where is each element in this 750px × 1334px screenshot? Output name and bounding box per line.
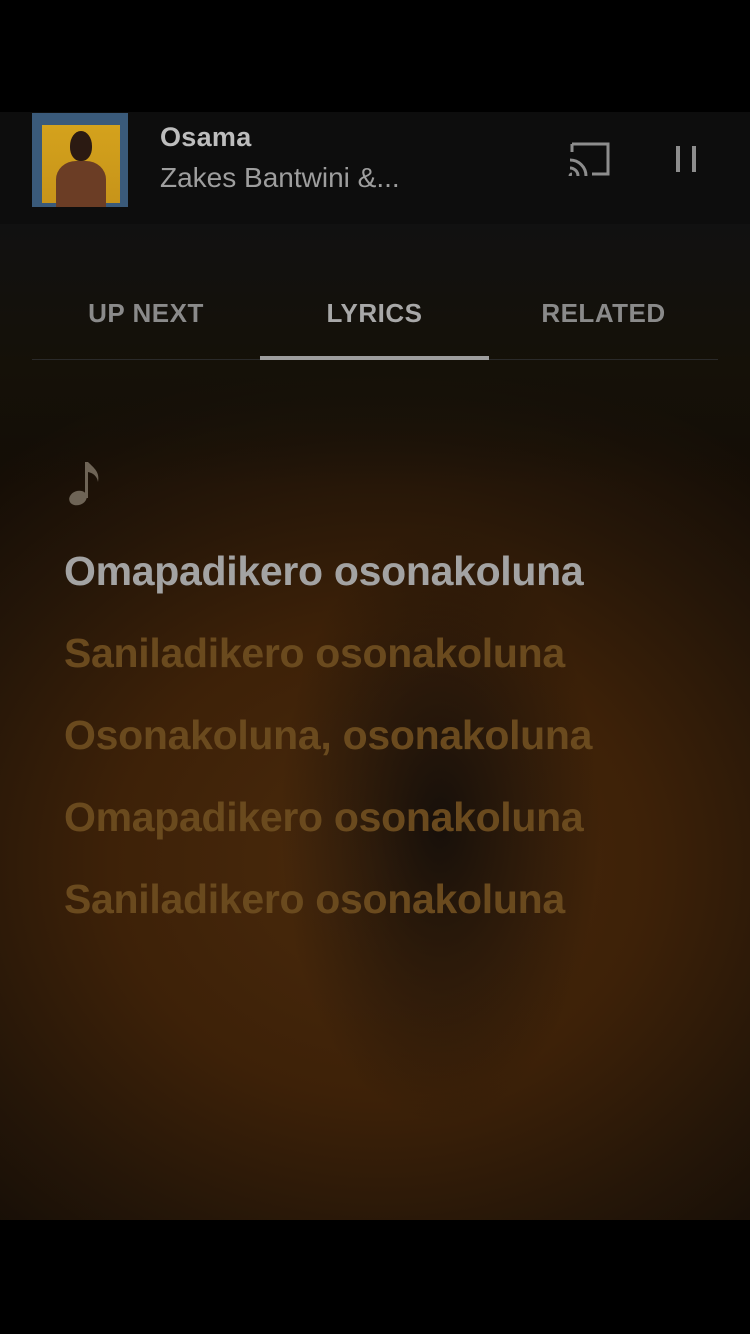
tab-lyrics[interactable]: LYRICS bbox=[260, 298, 489, 338]
lyric-line[interactable]: Omapadikero osonakoluna bbox=[64, 788, 704, 846]
track-artist: Zakes Bantwini &... bbox=[160, 162, 400, 193]
album-art-figure-head bbox=[70, 131, 92, 161]
lyric-line[interactable]: Osonakoluna, osonakoluna bbox=[64, 706, 704, 764]
active-tab-indicator bbox=[260, 356, 489, 360]
album-art[interactable] bbox=[32, 113, 128, 207]
lyric-line-current[interactable]: Omapadikero osonakoluna bbox=[64, 542, 704, 600]
status-bar bbox=[0, 0, 750, 112]
cast-button[interactable] bbox=[566, 140, 614, 180]
pause-button[interactable] bbox=[668, 140, 704, 180]
bottom-bar bbox=[0, 1220, 750, 1334]
tab-related[interactable]: RELATED bbox=[489, 298, 718, 338]
tab-bar: UP NEXT LYRICS RELATED bbox=[32, 288, 718, 360]
tab-up-next[interactable]: UP NEXT bbox=[32, 298, 260, 338]
pause-icon bbox=[676, 146, 696, 172]
music-note-icon bbox=[66, 458, 106, 508]
mini-player[interactable]: Osama Zakes Bantwini &... bbox=[0, 112, 750, 224]
track-title: Osama bbox=[160, 122, 252, 152]
album-art-figure-body bbox=[56, 161, 106, 207]
lyrics-panel: UP NEXT LYRICS RELATED Omapadikero osona… bbox=[0, 224, 750, 1220]
lyric-line[interactable]: Saniladikero osonakoluna bbox=[64, 624, 704, 682]
lyric-line[interactable]: Saniladikero osonakoluna bbox=[64, 870, 704, 928]
lyrics-list: Omapadikero osonakoluna Saniladikero oso… bbox=[64, 542, 704, 952]
cast-icon bbox=[568, 142, 610, 177]
